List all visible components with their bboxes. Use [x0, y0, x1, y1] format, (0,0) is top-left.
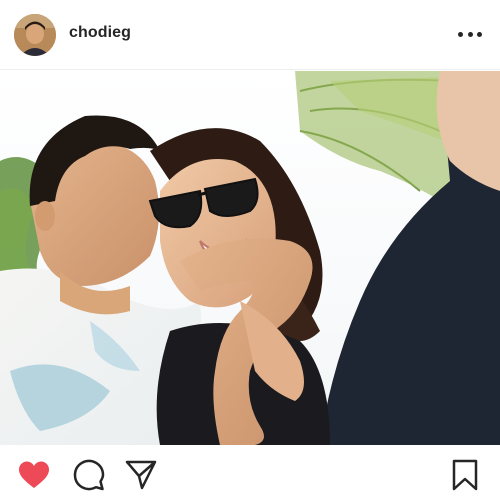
- post-photo[interactable]: [0, 71, 500, 445]
- post-header: chodieg: [0, 0, 500, 70]
- dot: [467, 31, 473, 37]
- action-bar: [0, 445, 500, 500]
- share-icon[interactable]: [124, 458, 158, 492]
- more-options-icon[interactable]: [458, 24, 482, 44]
- bookmark-icon[interactable]: [448, 458, 482, 492]
- username[interactable]: chodieg: [69, 24, 131, 42]
- dot: [477, 31, 482, 37]
- avatar-image: [14, 14, 56, 56]
- instagram-post: chodieg: [0, 0, 500, 500]
- heart-icon[interactable]: [17, 458, 51, 492]
- comment-icon[interactable]: [72, 458, 106, 492]
- photo-image: [0, 71, 500, 445]
- dot: [458, 31, 463, 37]
- avatar[interactable]: [14, 14, 56, 56]
